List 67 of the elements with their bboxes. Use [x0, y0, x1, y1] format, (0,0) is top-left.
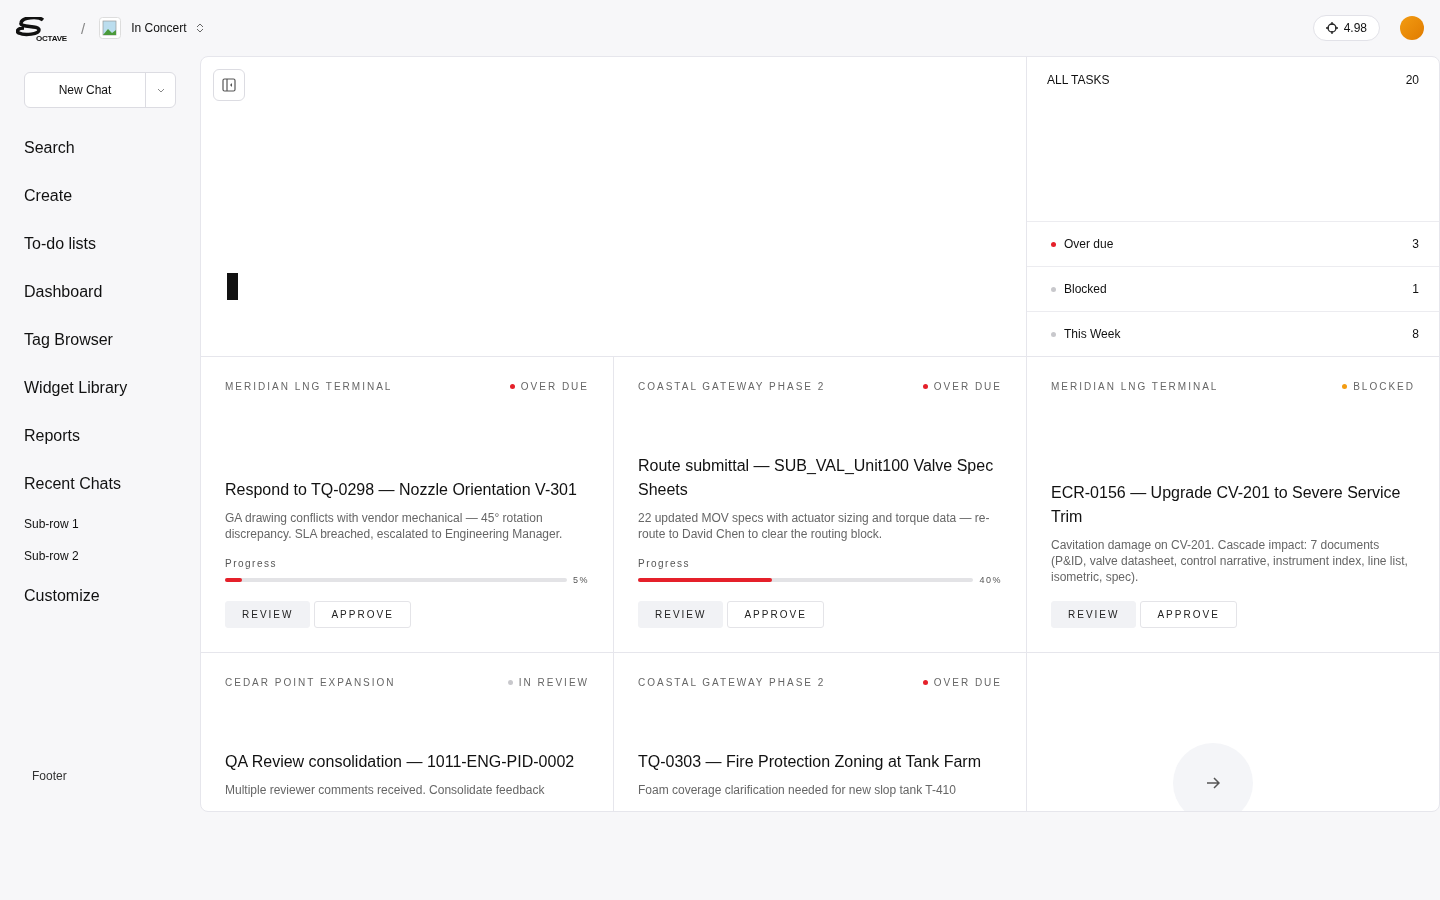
sidebar-footer: Footer	[32, 769, 176, 783]
arrow-right-icon	[1206, 777, 1220, 789]
text-cursor	[227, 273, 238, 300]
project-name: MERIDIAN LNG TERMINAL	[1051, 381, 1219, 392]
chevron-updown-icon[interactable]	[196, 23, 205, 33]
crosshair-icon	[1325, 22, 1338, 34]
card-title: TQ-0303 — Fire Protection Zoning at Tank Farm	[638, 752, 982, 772]
card-description: 22 updated MOV specs with actuator sizing and torque data — re-route to David Chen to clear the routing block.	[638, 510, 991, 542]
progress-label: Progress	[638, 558, 691, 569]
card-description: GA drawing conflicts with vendor mechanical — 45° rotation discrepancy. SLA breached, escalated to Engineering Manager.	[225, 510, 564, 542]
review-button[interactable]: REVIEW	[1051, 601, 1137, 628]
project-name: CEDAR POINT EXPANSION	[225, 677, 396, 688]
nav-item[interactable]: Search	[24, 124, 176, 172]
nav-item[interactable]: Reports	[24, 412, 176, 460]
recent-chat-item[interactable]: Sub-row 2	[24, 540, 176, 572]
nav-item[interactable]: Tag Browser	[24, 316, 176, 364]
credits-badge[interactable]: 4.98	[1312, 15, 1380, 41]
panel-icon	[222, 78, 236, 92]
nav-item[interactable]: Customize	[24, 572, 176, 620]
workspace-name[interactable]: In Concert	[131, 21, 187, 35]
card-title: Respond to TQ-0298 — Nozzle Orientation V-301	[225, 480, 578, 500]
status-label: OVER DUE	[933, 381, 1002, 392]
filter-label: This Week	[1064, 327, 1121, 341]
logo-text: OCTAVE	[36, 33, 67, 43]
recent-chat-item[interactable]: Sub-row 1	[24, 508, 176, 540]
tasks-total: 20	[1405, 73, 1419, 87]
card-title: QA Review consolidation — 1011-ENG-PID-0002	[225, 752, 576, 772]
approve-button[interactable]: APPROVE	[314, 601, 411, 628]
task-filter-row[interactable]: This Week 8	[1027, 311, 1439, 356]
project-name: MERIDIAN LNG TERMINAL	[225, 381, 393, 392]
nav-item[interactable]: To-do lists	[24, 220, 176, 268]
review-button[interactable]: REVIEW	[638, 601, 724, 628]
credits-value: 4.98	[1343, 21, 1367, 35]
filter-label: Blocked	[1064, 282, 1107, 296]
approve-button[interactable]: APPROVE	[1140, 601, 1237, 628]
card-title: Route submittal — SUB_VAL_Unit100 Valve Spec Sheets	[638, 456, 995, 500]
progress-reading: 5%	[573, 575, 589, 585]
user-avatar[interactable]	[1400, 16, 1424, 40]
filter-label: Over due	[1064, 237, 1114, 251]
status-label: BLOCKED	[1353, 381, 1415, 392]
approve-button[interactable]: APPROVE	[727, 601, 824, 628]
project-name: COASTAL GATEWAY PHASE 2	[638, 677, 826, 688]
breadcrumb-separator: /	[80, 19, 86, 37]
sidebar-toggle-button[interactable]	[213, 69, 245, 101]
card-title: ECR-0156 — Upgrade CV-201 to Severe Service Trim	[1051, 483, 1402, 527]
project-name: COASTAL GATEWAY PHASE 2	[638, 381, 826, 392]
image-icon	[99, 17, 122, 39]
review-button[interactable]: REVIEW	[225, 601, 311, 628]
card-description: Cavitation damage on CV-201. Cascade impact: 7 documents (P&ID, valve datasheet, control narrative, instrument index, line list, isometric, spec).	[1051, 537, 1409, 585]
task-filter-row[interactable]: Over due 3	[1027, 221, 1439, 266]
progress-label: Progress	[225, 558, 278, 569]
filter-count: 1	[1412, 282, 1419, 296]
nav-item[interactable]: Recent Chats	[24, 460, 176, 508]
status-label: OVER DUE	[933, 677, 1002, 688]
filter-count: 8	[1412, 327, 1419, 341]
card-description: Multiple reviewer comments received. Consolidate feedback	[225, 782, 546, 798]
status-label: OVER DUE	[520, 381, 589, 392]
task-filter-row[interactable]: Blocked 1	[1027, 266, 1439, 311]
chevron-down-icon	[156, 87, 165, 93]
progress-reading: 40%	[979, 575, 1002, 585]
nav-item[interactable]: Create	[24, 172, 176, 220]
nav-item[interactable]: Widget Library	[24, 364, 176, 412]
status-label: IN REVIEW	[518, 677, 589, 688]
nav-item[interactable]: Dashboard	[24, 268, 176, 316]
card-description: Foam coverage clarification needed for new slop tank T-410	[638, 782, 957, 798]
filter-count: 3	[1412, 237, 1419, 251]
tasks-title: ALL TASKS	[1047, 73, 1110, 87]
